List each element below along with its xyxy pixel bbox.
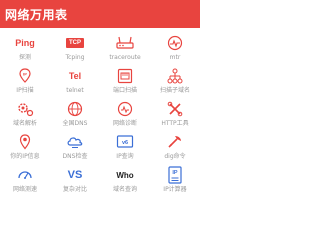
port-icon <box>100 66 150 86</box>
tool-label: mtr <box>169 54 181 61</box>
tool-label: IP查询 <box>116 153 134 160</box>
tool-grid: Ping 探测 TCP Tcping traceroute mtr IP IP扫… <box>0 33 200 200</box>
tool-ip-scan[interactable]: IP IP扫描 <box>0 66 50 98</box>
svg-text:IP: IP <box>172 170 178 176</box>
ipv6-icon: v6 <box>100 132 150 152</box>
telnet-text-icon: Tel <box>68 71 82 81</box>
tool-label: traceroute <box>109 54 141 61</box>
tool-mtr[interactable]: mtr <box>150 33 200 65</box>
svg-text:v6: v6 <box>122 140 128 146</box>
tool-ip-query[interactable]: v6 IP查询 <box>100 132 150 164</box>
diagnose-icon <box>100 99 150 119</box>
tool-my-ip[interactable]: 你的IP信息 <box>0 132 50 164</box>
app-title: 网络万用表 <box>5 8 68 22</box>
tool-traceroute[interactable]: traceroute <box>100 33 150 65</box>
tool-network-diag[interactable]: 网络诊断 <box>100 99 150 131</box>
tool-label: Tcping <box>65 54 85 61</box>
tool-http[interactable]: HTTP工具 <box>150 99 200 131</box>
speedometer-icon <box>0 165 50 185</box>
tool-ip-calculator[interactable]: IP IP计算器 <box>150 165 200 197</box>
tool-dig[interactable]: dig命令 <box>150 132 200 164</box>
tool-tcping[interactable]: TCP Tcping <box>50 33 100 65</box>
tool-telnet[interactable]: Tel telnet <box>50 66 100 98</box>
tool-label: DNS检查 <box>62 153 88 160</box>
ping-circle-icon <box>150 33 200 53</box>
tool-label: 探测 <box>18 54 31 61</box>
tool-label: 网络测速 <box>12 186 37 193</box>
tool-label: 端口扫描 <box>112 87 137 94</box>
svg-text:IP: IP <box>23 72 27 77</box>
globe-icon <box>50 99 100 119</box>
tool-label: 你的IP信息 <box>10 153 40 160</box>
tool-label: 域名查询 <box>112 186 137 193</box>
tool-speed-test[interactable]: 网络测速 <box>0 165 50 197</box>
tcp-badge-icon: TCP <box>50 33 100 53</box>
vs-icon: VS <box>67 169 83 181</box>
tool-label: 网络诊断 <box>112 120 137 127</box>
tool-dns-resolve[interactable]: 域名解析 <box>0 99 50 131</box>
network-icon <box>150 66 200 86</box>
tool-label: 扫描子域名 <box>159 87 190 94</box>
whois-icon: Who <box>116 170 134 180</box>
app-header: 网络万用表 <box>0 0 200 28</box>
tool-port-scan[interactable]: 端口扫描 <box>100 66 150 98</box>
dns-cloud-icon <box>50 132 100 152</box>
router-icon <box>100 33 150 53</box>
tool-whois[interactable]: Who 域名查询 <box>100 165 150 197</box>
tool-label: 全国DNS <box>62 120 88 127</box>
tool-dns-check[interactable]: DNS检查 <box>50 132 100 164</box>
tool-global-dns[interactable]: 全国DNS <box>50 99 100 131</box>
ip-location-icon <box>0 132 50 152</box>
tool-ping[interactable]: Ping 探测 <box>0 33 50 65</box>
tool-label: 复杂对比 <box>62 186 87 193</box>
tool-label: IP计算器 <box>163 186 187 193</box>
location-pin-icon: IP <box>0 66 50 86</box>
tool-compare[interactable]: VS 复杂对比 <box>50 165 100 197</box>
dig-icon <box>150 132 200 152</box>
tool-label: HTTP工具 <box>161 120 189 127</box>
ip-calculator-icon: IP <box>150 165 200 185</box>
tool-label: 域名解析 <box>12 120 37 127</box>
tool-subdomain-scan[interactable]: 扫描子域名 <box>150 66 200 98</box>
tools-icon <box>150 99 200 119</box>
tool-label: dig命令 <box>164 153 186 160</box>
ping-text-icon: Ping <box>15 38 35 48</box>
gear-network-icon <box>0 99 50 119</box>
tool-label: IP扫描 <box>16 87 34 94</box>
tool-label: telnet <box>66 87 84 94</box>
